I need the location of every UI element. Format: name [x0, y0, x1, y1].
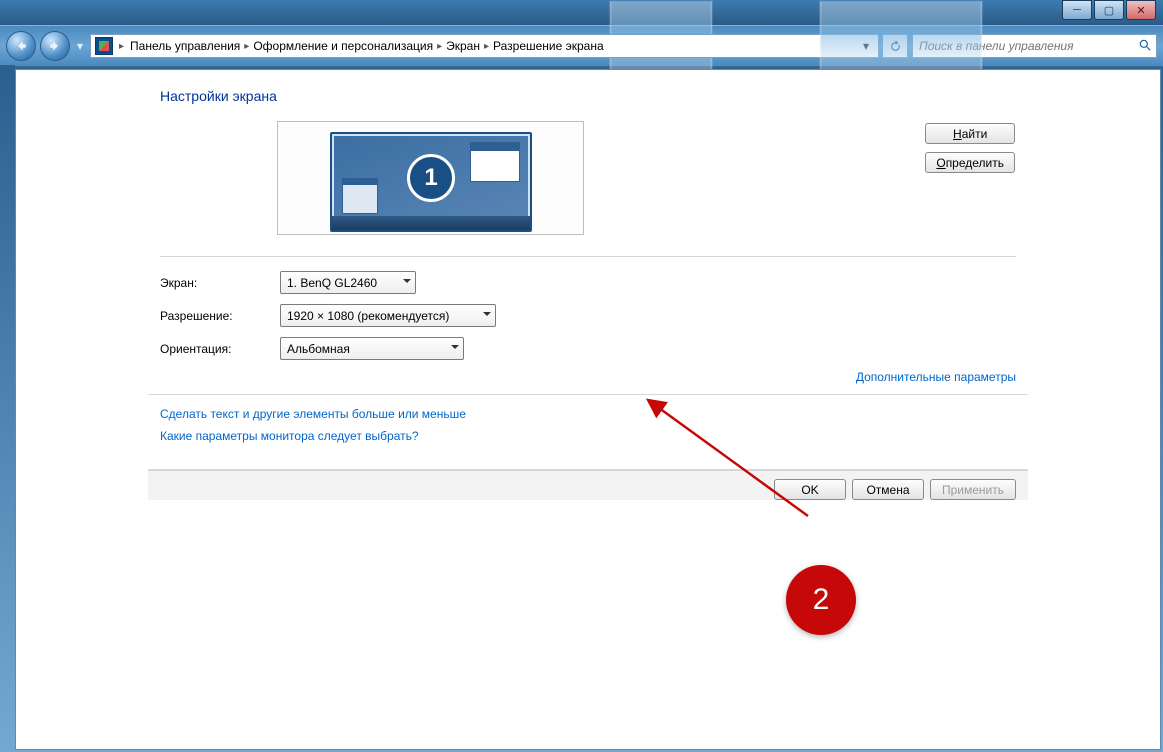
refresh-icon — [889, 40, 902, 53]
breadcrumb-item[interactable]: Экран — [446, 39, 480, 53]
minimize-icon: ─ — [1073, 4, 1081, 16]
display-preview[interactable]: 1 — [277, 121, 584, 235]
screen-label: Экран: — [160, 276, 280, 290]
content-panel: Настройки экрана 1 Найти Определить Экра… — [15, 69, 1161, 750]
preview-window-icon — [342, 178, 378, 214]
search-box[interactable] — [912, 34, 1157, 58]
identify-button[interactable]: Определить — [925, 152, 1015, 173]
divider — [160, 256, 1016, 257]
detect-button[interactable]: Найти — [925, 123, 1015, 144]
chevron-right-icon[interactable]: ▸ — [119, 41, 124, 52]
window-minimize-button[interactable]: ─ — [1062, 0, 1092, 20]
text-size-link[interactable]: Сделать текст и другие элементы больше и… — [160, 407, 1016, 421]
monitor-number-badge: 1 — [407, 154, 455, 202]
breadcrumb-item[interactable]: Оформление и персонализация — [253, 39, 433, 53]
chevron-right-icon[interactable]: ▸ — [437, 41, 442, 52]
maximize-icon: ▢ — [1104, 4, 1114, 17]
window-maximize-button[interactable]: ▢ — [1094, 0, 1124, 20]
cancel-button[interactable]: Отмена — [852, 479, 924, 500]
advanced-settings-link[interactable]: Дополнительные параметры — [856, 370, 1016, 384]
preview-window-icon — [470, 142, 520, 182]
chevron-right-icon[interactable]: ▸ — [484, 41, 489, 52]
window-titlebar: ─ ▢ ✕ — [0, 0, 1163, 25]
screen-select[interactable]: 1. BenQ GL2460 — [280, 271, 416, 294]
preview-start-orb-icon — [336, 218, 346, 228]
resolution-select[interactable]: 1920 × 1080 (рекомендуется) — [280, 304, 496, 327]
nav-history-dropdown[interactable]: ▾ — [74, 36, 86, 56]
chevron-right-icon[interactable]: ▸ — [244, 41, 249, 52]
apply-button[interactable]: Применить — [930, 479, 1016, 500]
nav-back-button[interactable] — [6, 31, 36, 61]
nav-forward-button[interactable] — [40, 31, 70, 61]
window-close-button[interactable]: ✕ — [1126, 0, 1156, 20]
breadcrumb-item[interactable]: Панель управления — [130, 39, 240, 53]
orientation-label: Ориентация: — [160, 342, 280, 356]
refresh-button[interactable] — [883, 34, 908, 58]
monitor-thumbnail[interactable]: 1 — [330, 132, 532, 232]
resolution-label: Разрешение: — [160, 309, 280, 323]
address-dropdown-button[interactable]: ▾ — [858, 39, 874, 53]
arrow-right-icon — [48, 39, 62, 53]
search-input[interactable] — [917, 38, 1134, 54]
address-bar[interactable]: ▸ Панель управления ▸ Оформление и персо… — [90, 34, 879, 58]
close-icon: ✕ — [1136, 4, 1145, 17]
arrow-left-icon — [14, 39, 28, 53]
annotation-step-badge: 2 — [786, 565, 856, 635]
ok-button[interactable]: OK — [774, 479, 846, 500]
monitor-help-link[interactable]: Какие параметры монитора следует выбрать… — [160, 429, 1016, 443]
breadcrumb: Панель управления ▸ Оформление и персона… — [130, 39, 604, 53]
orientation-select[interactable]: Альбомная — [280, 337, 464, 360]
control-panel-icon — [95, 37, 113, 55]
search-icon[interactable] — [1138, 38, 1152, 55]
page-title: Настройки экрана — [148, 88, 1028, 104]
breadcrumb-item[interactable]: Разрешение экрана — [493, 39, 604, 53]
window-frame-left — [0, 65, 15, 752]
navigation-bar: ▾ ▸ Панель управления ▸ Оформление и пер… — [0, 25, 1163, 67]
